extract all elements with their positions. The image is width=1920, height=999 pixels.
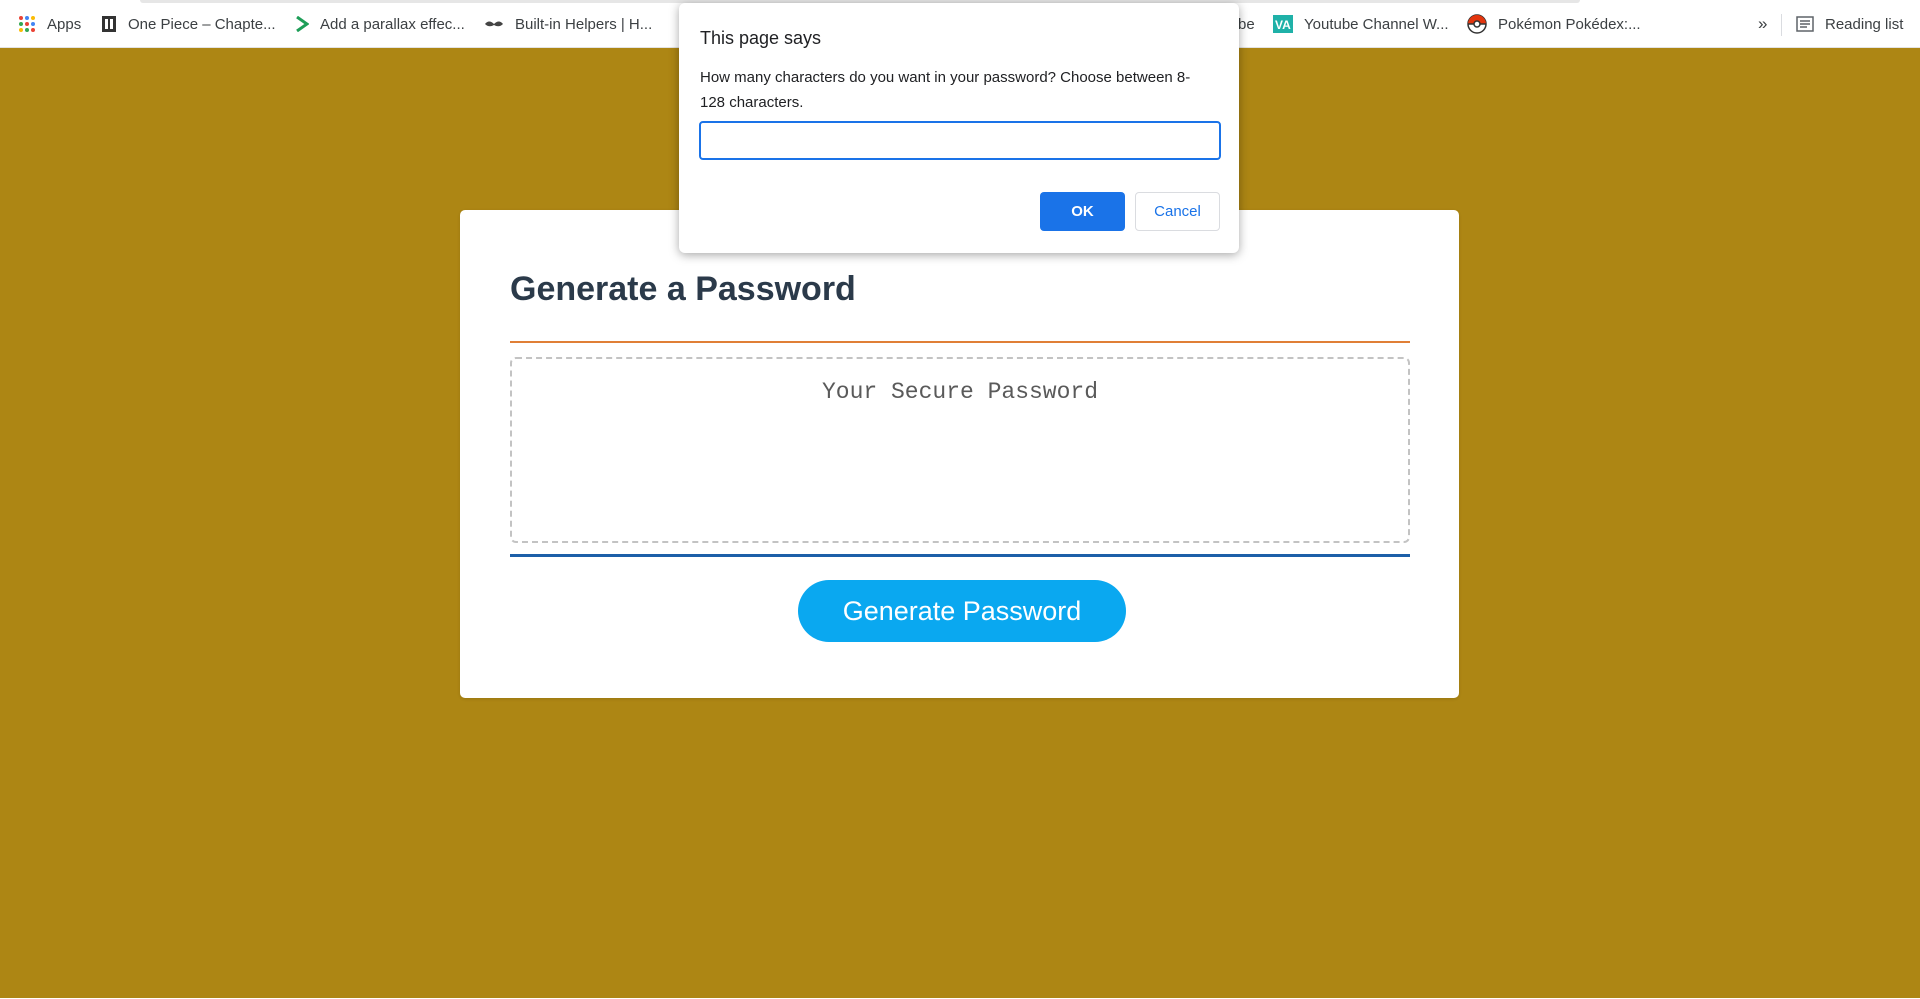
bookmark-label: be [1238, 15, 1255, 33]
bookmark-parallax[interactable]: Add a parallax effec... [295, 0, 465, 48]
ok-button[interactable]: OK [1040, 192, 1125, 231]
bookmark-pokedex[interactable]: Pokémon Pokédex:... [1467, 0, 1641, 48]
chevron-double-right-icon: » [1758, 14, 1768, 33]
chevron-favicon-icon [295, 16, 309, 32]
more-bookmarks-button[interactable]: » [1758, 0, 1767, 48]
card-title: Generate a Password [510, 270, 856, 308]
bookmark-label: Apps [47, 15, 82, 33]
prompt-dialog: This page says How many characters do yo… [679, 3, 1239, 253]
dialog-message: How many characters do you want in your … [700, 69, 1191, 111]
prompt-input[interactable] [699, 121, 1221, 160]
bookmark-label: Built-in Helpers | H... [515, 15, 653, 33]
card-header-divider [510, 341, 1410, 343]
bookmark-favicon-icon [101, 15, 117, 33]
bookmark-built-in-helpers[interactable]: Built-in Helpers | H... [484, 0, 652, 48]
bookmark-youtube-channel[interactable]: VA Youtube Channel W... [1273, 0, 1449, 48]
pokeball-icon [1467, 14, 1487, 34]
bookmark-label: One Piece – Chapte... [128, 15, 276, 33]
svg-text:VA: VA [1275, 18, 1291, 32]
bookmarks-divider [1781, 14, 1782, 36]
reading-list-label: Reading list [1825, 15, 1904, 33]
card-footer-divider [510, 554, 1410, 557]
reading-list-icon [1796, 16, 1814, 32]
bookmark-youtube-partial[interactable]: be [1238, 0, 1255, 48]
mustache-favicon-icon [484, 19, 504, 29]
bookmark-apps[interactable]: Apps [18, 0, 81, 48]
cancel-button[interactable]: Cancel [1135, 192, 1220, 231]
password-card: Generate a Password Generate Password [460, 210, 1459, 698]
password-output[interactable] [510, 357, 1410, 543]
reading-list-button[interactable]: Reading list [1796, 0, 1903, 48]
bookmark-label: Add a parallax effec... [320, 15, 465, 33]
bookmark-label: Pokémon Pokédex:... [1498, 15, 1641, 33]
generate-password-button[interactable]: Generate Password [798, 580, 1126, 642]
va-favicon-icon: VA [1273, 15, 1293, 33]
bookmark-label: Youtube Channel W... [1304, 15, 1449, 33]
apps-grid-icon [18, 15, 36, 33]
bookmark-one-piece[interactable]: One Piece – Chapte... [101, 0, 276, 48]
dialog-title: This page says [700, 28, 822, 48]
